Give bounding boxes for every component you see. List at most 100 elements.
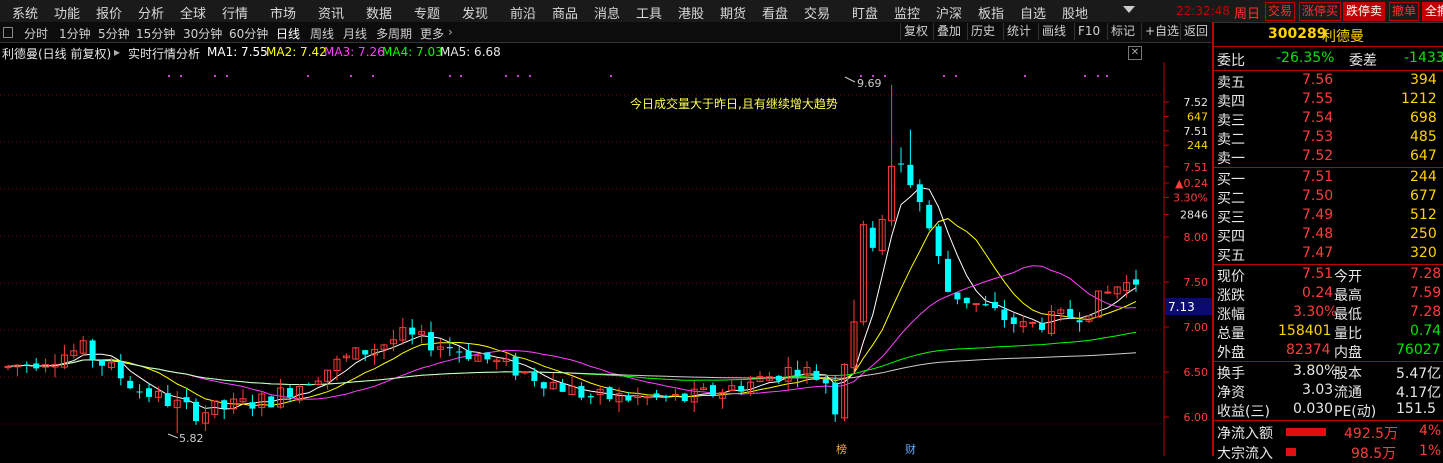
panel-toggle-icon[interactable] bbox=[3, 27, 13, 38]
menu-item-quote[interactable]: 报价 bbox=[96, 3, 122, 22]
buy4-row[interactable]: 买四 7.48 250 bbox=[1214, 225, 1443, 245]
price-axis-label: 244 bbox=[1187, 139, 1208, 152]
candle-body bbox=[643, 396, 651, 399]
candle-body bbox=[33, 363, 40, 369]
menu-item-watchlist[interactable]: 自选 bbox=[1020, 3, 1046, 22]
menu-item-tools[interactable]: 工具 bbox=[636, 3, 662, 22]
menu-item-news[interactable]: 资讯 bbox=[318, 3, 344, 22]
limit-up-buy-button[interactable]: 涨停买 bbox=[1299, 2, 1342, 21]
buy1-row[interactable]: 买一 7.51 244 bbox=[1214, 168, 1443, 188]
tab-60min[interactable]: 60分钟 bbox=[229, 25, 268, 42]
candle-body bbox=[531, 372, 538, 381]
menu-item-stock-map[interactable]: 股地 bbox=[1062, 3, 1088, 22]
tab-monthly[interactable]: 月线 bbox=[343, 25, 367, 42]
overlay-button[interactable]: 叠加 bbox=[933, 23, 961, 40]
buy3-row[interactable]: 买三 7.49 512 bbox=[1214, 206, 1443, 226]
candle-body bbox=[362, 350, 369, 355]
menu-item-commodity[interactable]: 商品 bbox=[552, 3, 578, 22]
more-arrow-icon[interactable]: › bbox=[448, 25, 453, 39]
price-axis-label: 7.51 bbox=[1184, 161, 1209, 174]
menu-item-board-index[interactable]: 板指 bbox=[978, 3, 1004, 22]
price-axis-label: 7.50 bbox=[1184, 276, 1209, 289]
tab-30min[interactable]: 30分钟 bbox=[183, 25, 222, 42]
menu-item-futures[interactable]: 期货 bbox=[720, 3, 746, 22]
tab-timeshare[interactable]: 分时 bbox=[24, 25, 48, 42]
tab-daily[interactable]: 日线 bbox=[276, 25, 300, 42]
cancel-order-button[interactable]: 撤单 bbox=[1389, 2, 1420, 21]
menu-item-function[interactable]: 功能 bbox=[54, 3, 80, 22]
sell4-row[interactable]: 卖四 7.55 1212 bbox=[1214, 90, 1443, 110]
flow-value: 98.5万 bbox=[1351, 446, 1397, 462]
tab-multi-period[interactable]: 多周期 bbox=[376, 25, 412, 42]
buy2-volume: 677 bbox=[1410, 188, 1437, 204]
buy2-row[interactable]: 买二 7.50 677 bbox=[1214, 187, 1443, 207]
menu-item-monitor[interactable]: 监控 bbox=[894, 3, 920, 22]
menu-item-hk-stock[interactable]: 港股 bbox=[678, 3, 704, 22]
signal-dot bbox=[505, 75, 507, 77]
menu-item-market-quote[interactable]: 行情 bbox=[222, 3, 248, 22]
statistics-button[interactable]: 统计 bbox=[1003, 23, 1031, 40]
realtime-analysis-link[interactable]: 实时行情分析 bbox=[128, 45, 200, 62]
stat-value: 7.28 bbox=[1410, 304, 1442, 320]
stat-value: 0.74 bbox=[1410, 323, 1442, 339]
candle-body bbox=[287, 388, 293, 397]
menu-item-data[interactable]: 数据 bbox=[366, 3, 392, 22]
draw-line-button[interactable]: 画线 bbox=[1038, 23, 1066, 40]
realtime-arrow-icon[interactable]: ▸ bbox=[114, 45, 120, 59]
menu-item-market[interactable]: 市场 bbox=[270, 3, 296, 22]
buy5-row[interactable]: 买五 7.47 320 bbox=[1214, 244, 1443, 264]
tab-15min[interactable]: 15分钟 bbox=[136, 25, 175, 42]
tab-more[interactable]: 更多 bbox=[420, 25, 444, 42]
sell1-row[interactable]: 卖一 7.52 647 bbox=[1214, 147, 1443, 167]
menu-bar: 系统 功能 报价 分析 全球 行情 市场 资讯 数据 专题 发现 前沿 商品 消… bbox=[0, 0, 1443, 23]
menu-item-shsz[interactable]: 沪深 bbox=[936, 3, 962, 22]
menu-item-watch[interactable]: 看盘 bbox=[762, 3, 788, 22]
list-marker[interactable]: 榜 bbox=[836, 442, 847, 456]
sell3-row[interactable]: 卖三 7.54 698 bbox=[1214, 109, 1443, 129]
add-watchlist-button[interactable]: +自选 bbox=[1141, 23, 1179, 40]
trade-button[interactable]: 交易 bbox=[1265, 2, 1296, 21]
history-button[interactable]: 历史 bbox=[967, 23, 995, 40]
stat-value: 82374 bbox=[1286, 342, 1331, 358]
menu-dropdown-icon[interactable] bbox=[1123, 6, 1135, 13]
mark-button[interactable]: 标记 bbox=[1107, 23, 1135, 40]
menu-item-monitor-board[interactable]: 盯盘 bbox=[852, 3, 878, 22]
signal-dot bbox=[350, 75, 352, 77]
buy3-label: 买三 bbox=[1217, 210, 1245, 226]
candle-body bbox=[1076, 320, 1083, 323]
menu-item-topic[interactable]: 专题 bbox=[414, 3, 440, 22]
sell5-row[interactable]: 卖五 7.56 394 bbox=[1214, 71, 1443, 91]
menu-item-message[interactable]: 消息 bbox=[594, 3, 620, 22]
cancel-all-button[interactable]: 全撤 bbox=[1422, 2, 1443, 21]
limit-down-sell-button[interactable]: 跌停卖 bbox=[1343, 2, 1386, 21]
back-button[interactable]: 返回 bbox=[1180, 23, 1208, 40]
close-chart-icon[interactable]: ✕ bbox=[1128, 46, 1142, 60]
f10-button[interactable]: F10 bbox=[1074, 23, 1100, 40]
stat-value: 7.51 bbox=[1302, 266, 1334, 282]
candle-body bbox=[916, 184, 923, 203]
stat-label: 净资 bbox=[1217, 385, 1245, 401]
sell2-row[interactable]: 卖二 7.53 485 bbox=[1214, 128, 1443, 148]
menu-item-frontier[interactable]: 前沿 bbox=[510, 3, 536, 22]
restore-rights-button[interactable]: 复权 bbox=[900, 23, 928, 40]
stat-value: 7.28 bbox=[1410, 266, 1442, 282]
menu-item-global[interactable]: 全球 bbox=[180, 3, 206, 22]
stat-row-volume: 总量 158401 量比 0.74 bbox=[1214, 322, 1443, 342]
tab-5min[interactable]: 5分钟 bbox=[98, 25, 130, 42]
menu-item-discover[interactable]: 发现 bbox=[462, 3, 488, 22]
menu-item-system[interactable]: 系统 bbox=[12, 3, 38, 22]
stat-value: 3.80% bbox=[1293, 363, 1338, 379]
signal-dot bbox=[226, 75, 228, 77]
tab-1min[interactable]: 1分钟 bbox=[59, 25, 91, 42]
stat-label: 收益(三) bbox=[1217, 404, 1270, 420]
candle-body bbox=[738, 385, 745, 392]
candlestick-chart[interactable]: 7.526477.512447.51▲0.243.30%28468.007.50… bbox=[0, 62, 1212, 456]
finance-marker[interactable]: 财 bbox=[905, 442, 916, 456]
candle-body bbox=[446, 346, 453, 349]
webi-label: 委比 bbox=[1217, 53, 1245, 69]
ma1-value: MA1: 7.55 bbox=[207, 45, 268, 59]
menu-item-trade[interactable]: 交易 bbox=[804, 3, 830, 22]
tab-weekly[interactable]: 周线 bbox=[310, 25, 334, 42]
menu-item-analysis[interactable]: 分析 bbox=[138, 3, 164, 22]
candle-body bbox=[428, 332, 434, 351]
